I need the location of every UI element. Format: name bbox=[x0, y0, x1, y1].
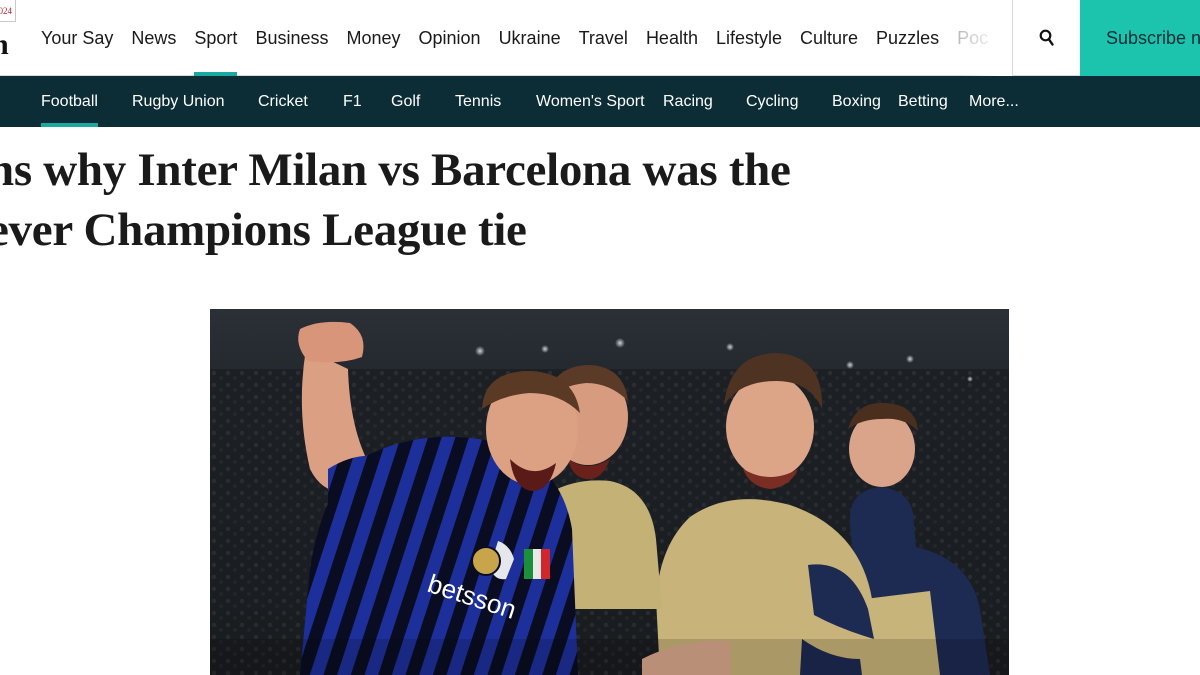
search-button[interactable] bbox=[1012, 0, 1080, 76]
subnav-item-f1[interactable]: F1 bbox=[343, 76, 362, 127]
nav-item-opinion[interactable]: Opinion bbox=[410, 0, 490, 76]
subnav-item-football[interactable]: Football bbox=[41, 76, 98, 127]
nav-item-health[interactable]: Health bbox=[637, 0, 707, 76]
subnav-item-cycling[interactable]: Cycling bbox=[746, 76, 798, 127]
masthead-badge: 024 bbox=[0, 0, 16, 22]
masthead-logo[interactable]: 024 h bbox=[0, 0, 20, 76]
subnav-item-more[interactable]: More... bbox=[969, 76, 1019, 127]
subnav-item-rugby-union[interactable]: Rugby Union bbox=[132, 76, 225, 127]
hero-photo-illustration: betsson bbox=[210, 309, 1009, 675]
nav-overflow-fade bbox=[960, 0, 1012, 76]
nav-item-your-say[interactable]: Your Say bbox=[32, 0, 122, 76]
nav-item-culture[interactable]: Culture bbox=[791, 0, 867, 76]
nav-item-lifestyle[interactable]: Lifestyle bbox=[707, 0, 791, 76]
nav-item-puzzles[interactable]: Puzzles bbox=[867, 0, 948, 76]
headline-line-2: ever Champions League tie bbox=[0, 204, 527, 256]
subnav-item-tennis[interactable]: Tennis bbox=[455, 76, 501, 127]
top-navigation: 024 h Your Say News Sport Business Money… bbox=[0, 0, 1200, 76]
subnav-item-womens-sport[interactable]: Women's Sport bbox=[536, 76, 645, 127]
logo-fragment-text: h bbox=[0, 28, 9, 61]
nav-item-sport[interactable]: Sport bbox=[185, 0, 246, 76]
nav-item-business[interactable]: Business bbox=[246, 0, 337, 76]
subnav-item-racing[interactable]: Racing bbox=[663, 76, 713, 127]
subnav-item-boxing[interactable]: Boxing bbox=[832, 76, 881, 127]
subnav-item-cricket[interactable]: Cricket bbox=[258, 76, 308, 127]
article-headline: ns why Inter Milan vs Barcelona was the … bbox=[0, 140, 988, 260]
nav-item-travel[interactable]: Travel bbox=[570, 0, 637, 76]
subnav-item-golf[interactable]: Golf bbox=[391, 76, 420, 127]
headline-line-1: ns why Inter Milan vs Barcelona was the bbox=[0, 144, 791, 196]
hero-image: betsson bbox=[210, 309, 1009, 675]
subnav-item-betting[interactable]: Betting bbox=[898, 76, 948, 127]
section-nav: Your Say News Sport Business Money Opini… bbox=[32, 0, 1012, 76]
subscribe-button[interactable]: Subscribe n bbox=[1080, 0, 1200, 76]
nav-item-ukraine[interactable]: Ukraine bbox=[490, 0, 570, 76]
search-icon bbox=[1039, 29, 1054, 46]
nav-item-news[interactable]: News bbox=[122, 0, 185, 76]
nav-item-money[interactable]: Money bbox=[337, 0, 409, 76]
sport-subnav: Football Rugby Union Cricket F1 Golf Ten… bbox=[0, 76, 1200, 127]
